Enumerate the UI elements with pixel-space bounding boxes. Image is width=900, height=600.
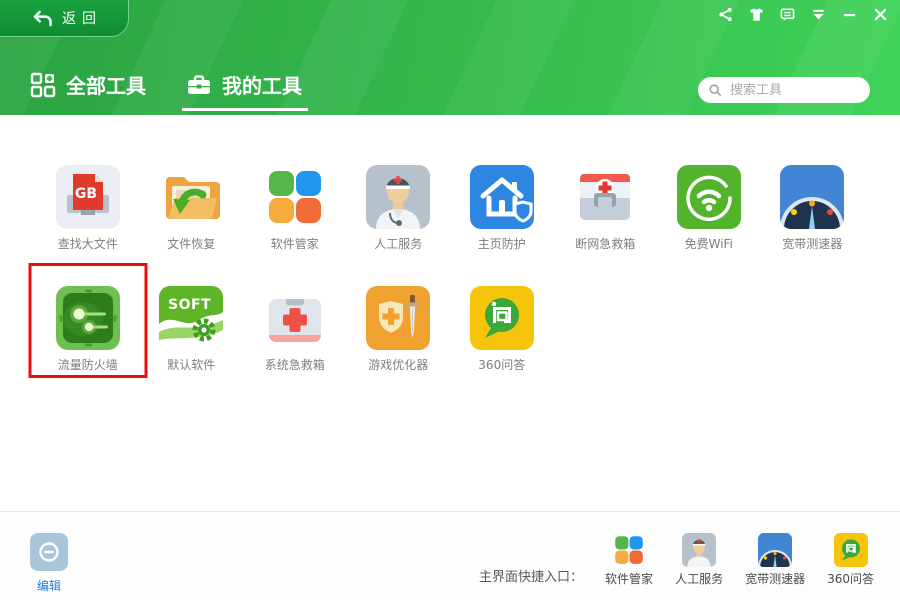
tool-label: 360问答 (478, 358, 525, 373)
tool-system-firstaid[interactable]: 系统急救箱 (243, 286, 347, 375)
window-controls (716, 5, 890, 24)
edit-label: 编辑 (37, 577, 61, 594)
header: 返回 (0, 0, 900, 115)
software-manager-icon (263, 165, 327, 229)
tab-label: 我的工具 (222, 70, 302, 99)
tool-label: 流量防火墙 (58, 358, 118, 373)
system-firstaid-icon (263, 286, 327, 350)
tool-default-software[interactable]: SOFT 默认软件 (140, 286, 244, 375)
tool-speed-tester[interactable]: 宽带测速器 (761, 165, 865, 254)
tool-grid-row-2: 流量防火墙 SOFT (36, 286, 864, 375)
share-button[interactable] (716, 5, 735, 24)
software-manager-icon (612, 533, 646, 567)
speed-tester-icon (780, 165, 844, 229)
tool-homepage-protection[interactable]: 主页防护 (450, 165, 554, 254)
tool-label: 断网急救箱 (575, 237, 635, 252)
search-box (698, 77, 870, 103)
tool-label: 文件恢复 (167, 237, 215, 252)
tab-all-tools[interactable]: 全部工具 (30, 70, 146, 99)
tools-panel: GB 查找大文件 文件恢复 (0, 115, 900, 510)
all-tools-grid-icon (30, 72, 56, 98)
feedback-icon (780, 7, 795, 22)
tool-network-firstaid[interactable]: 断网急救箱 (554, 165, 658, 254)
minimize-button[interactable] (840, 5, 859, 24)
tool-find-large-files[interactable]: GB 查找大文件 (36, 165, 140, 254)
feedback-button[interactable] (778, 5, 797, 24)
manual-service-icon (682, 533, 716, 567)
shortcut-caption: 主界面快捷入口： (479, 570, 583, 587)
shortcut-software-manager[interactable]: 软件管家 (605, 533, 653, 587)
search-input[interactable] (728, 82, 860, 99)
back-button[interactable]: 返回 (0, 0, 129, 37)
back-arrow-icon (32, 10, 53, 27)
tool-label: 免费WiFi (685, 237, 733, 252)
share-icon (718, 7, 733, 22)
tool-free-wifi[interactable]: 免费WiFi (657, 165, 761, 254)
tool-software-manager[interactable]: 软件管家 (243, 165, 347, 254)
shortcut-qa-360[interactable]: 360问答 (827, 533, 874, 587)
svg-text:GB: GB (75, 186, 97, 202)
shortcut-label: 人工服务 (675, 572, 723, 587)
tool-label: 软件管家 (271, 237, 319, 252)
network-firstaid-icon (573, 165, 637, 229)
close-icon (873, 7, 888, 22)
footer-bar: 编辑 主界面快捷入口： 软件管家 (0, 511, 900, 600)
back-label: 返回 (62, 8, 102, 28)
traffic-firewall-icon (56, 286, 120, 350)
tool-label: 系统急救箱 (265, 358, 325, 373)
manual-service-icon (366, 165, 430, 229)
tool-label: 默认软件 (167, 358, 215, 373)
tool-label: 主页防护 (478, 237, 526, 252)
tab-my-tools[interactable]: 我的工具 (186, 70, 302, 99)
shortcut-label: 宽带测速器 (745, 572, 805, 587)
tool-label: 宽带测速器 (782, 237, 842, 252)
edit-button[interactable]: 编辑 (30, 533, 68, 594)
shortcut-label: 软件管家 (605, 572, 653, 587)
qa-360-icon (834, 533, 868, 567)
homepage-protection-icon (470, 165, 534, 229)
file-recovery-icon (159, 165, 223, 229)
tool-file-recovery[interactable]: 文件恢复 (140, 165, 244, 254)
tool-game-optimizer[interactable]: 游戏优化器 (347, 286, 451, 375)
shortcut-manual-service[interactable]: 人工服务 (675, 533, 723, 587)
tool-label: 查找大文件 (58, 237, 118, 252)
tool-label: 人工服务 (374, 237, 422, 252)
tool-traffic-firewall[interactable]: 流量防火墙 (36, 286, 140, 375)
tool-label: 游戏优化器 (368, 358, 428, 373)
skin-icon (749, 7, 764, 22)
menu-triangle-icon (811, 7, 826, 22)
tool-manual-service[interactable]: 人工服务 (347, 165, 451, 254)
tool-grid-row-1: GB 查找大文件 文件恢复 (36, 165, 864, 254)
my-tools-briefcase-icon (186, 72, 212, 98)
search-icon (708, 83, 722, 97)
tab-label: 全部工具 (66, 70, 146, 99)
qa-360-icon (470, 286, 534, 350)
free-wifi-icon (677, 165, 741, 229)
game-optimizer-icon (366, 286, 430, 350)
app-window: 返回 (0, 0, 900, 600)
circle-minus-icon (37, 540, 61, 564)
minimize-icon (842, 7, 857, 22)
skin-button[interactable] (747, 5, 766, 24)
tab-bar: 全部工具 我的工具 (30, 70, 302, 99)
tool-qa-360[interactable]: 360问答 (450, 286, 554, 375)
close-button[interactable] (871, 5, 890, 24)
shortcut-label: 360问答 (827, 572, 874, 587)
speed-tester-icon (758, 533, 792, 567)
main-menu-button[interactable] (809, 5, 828, 24)
shortcut-area: 主界面快捷入口： 软件管家 (479, 533, 874, 587)
svg-text:SOFT: SOFT (168, 297, 211, 313)
find-large-files-icon: GB (56, 165, 120, 229)
shortcut-speed-tester[interactable]: 宽带测速器 (745, 533, 805, 587)
default-software-icon: SOFT (159, 286, 223, 350)
